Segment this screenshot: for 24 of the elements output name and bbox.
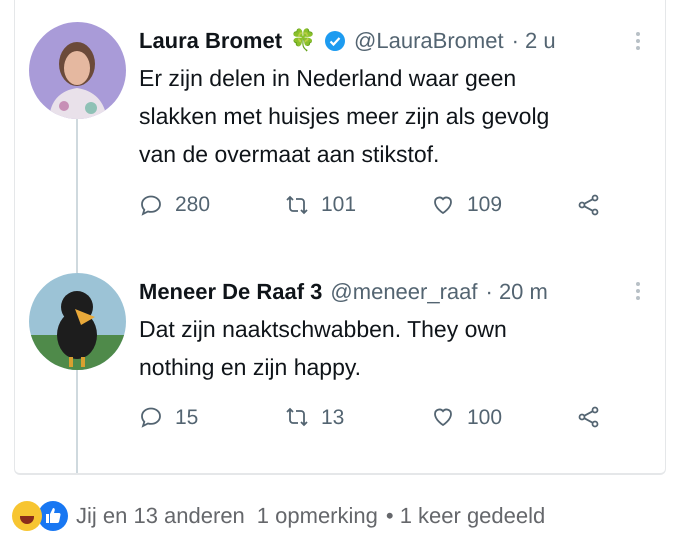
author-handle[interactable]: @LauraBromet — [354, 24, 504, 57]
comments-count[interactable]: 1 opmerking — [256, 499, 378, 532]
author-handle[interactable]: @meneer_raaf — [330, 274, 478, 308]
reply-icon[interactable] — [139, 405, 163, 430]
clover-icon: 🍀 — [290, 24, 316, 56]
author-name[interactable]: Meneer De Raaf 3 — [139, 274, 322, 308]
like-count: 109 — [467, 192, 502, 218]
tweet-text: Dat zijn naaktschwabben. They own nothing en zijn happy. — [139, 314, 508, 382]
reply-count: 15 — [175, 404, 198, 430]
share-icon[interactable] — [577, 405, 601, 430]
retweet-count: 13 — [321, 404, 344, 430]
tweet-time: · 2 u — [512, 27, 556, 55]
like-reaction-icon — [38, 500, 68, 530]
like-count: 100 — [467, 404, 502, 430]
reply-icon[interactable] — [139, 192, 163, 217]
share-icon[interactable] — [577, 192, 601, 217]
shares-count[interactable]: • 1 keer gedeeld — [386, 499, 546, 532]
reply-count: 280 — [175, 192, 210, 218]
reactions-summary[interactable]: Jij en 13 anderen — [76, 499, 245, 532]
retweet-count: 101 — [321, 192, 356, 218]
tweet-time: · 20 m — [486, 278, 548, 306]
haha-reaction-icon — [12, 500, 42, 530]
tweet-text: Er zijn delen in Nederland waar geen slakken met huisjes meer zijn als gevolg van de overmaat aan stikstof. — [139, 64, 550, 169]
author-name[interactable]: Laura Bromet — [139, 24, 282, 57]
